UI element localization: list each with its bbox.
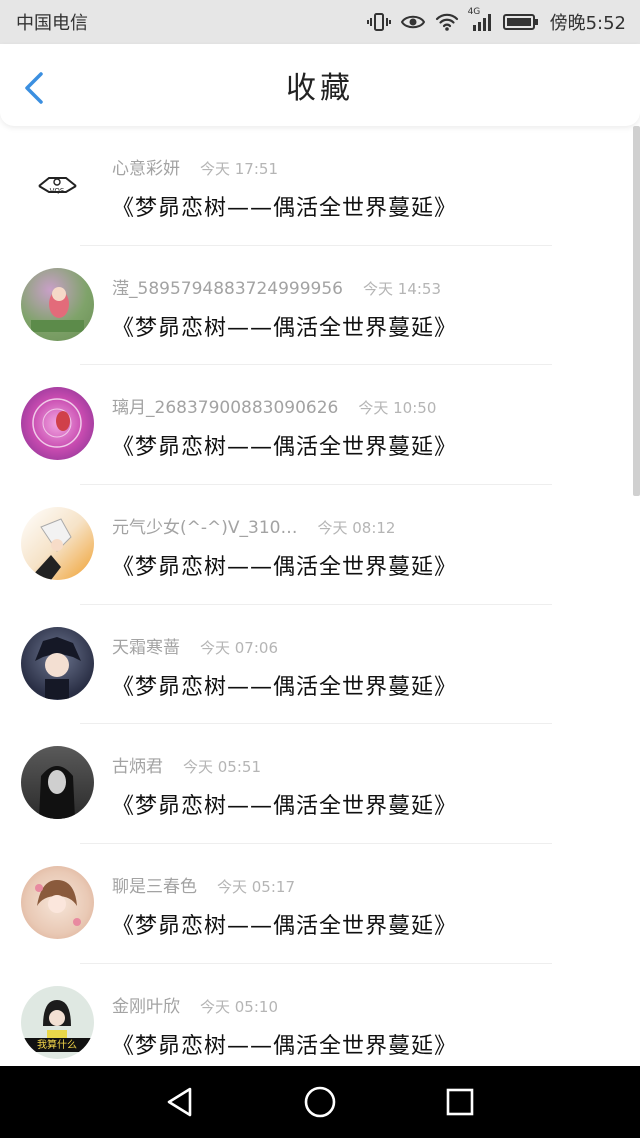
timestamp: 今天 05:10 — [200, 997, 278, 1016]
favorite-item[interactable]: 元气少女(^-^)V_310… 今天 08:12 《梦昴恋树——偶活全世界蔓延》 — [0, 485, 632, 605]
svg-text:VQS: VQS — [50, 187, 65, 195]
favorite-item[interactable]: 天霜寒蔷 今天 07:06 《梦昴恋树——偶活全世界蔓延》 — [0, 605, 632, 725]
username: 元气少女(^-^)V_310… — [112, 518, 298, 539]
chevron-left-icon — [25, 72, 43, 104]
nav-recents-button[interactable] — [430, 1072, 490, 1132]
username: 滢_5895794883724999956 — [112, 278, 344, 299]
post-title[interactable]: 《梦昴恋树——偶活全世界蔓延》 — [112, 549, 457, 581]
post-title[interactable]: 《梦昴恋树——偶活全世界蔓延》 — [112, 429, 457, 461]
username: 聊是三春色 — [112, 877, 197, 898]
timestamp: 今天 14:53 — [363, 279, 442, 298]
avatar[interactable] — [21, 746, 94, 820]
portrait-avatar-icon — [39, 766, 75, 820]
avatar[interactable]: VQS — [21, 148, 94, 221]
eye-icon — [400, 11, 426, 33]
status-bar: 中国电信 4G 傍晚5:52 — [0, 0, 640, 44]
status-bar-right: 4G 傍晚5:52 — [366, 7, 626, 35]
timestamp: 今天 07:06 — [200, 638, 278, 657]
scrollbar[interactable] — [633, 126, 640, 496]
page-title: 收藏 — [286, 71, 354, 106]
anime-avatar-icon — [31, 518, 72, 581]
post-title[interactable]: 《梦昴恋树——偶活全世界蔓延》 — [112, 669, 457, 701]
avatar[interactable] — [21, 267, 94, 341]
item-meta: 元气少女(^-^)V_310… 今天 08:12 — [112, 513, 395, 538]
favorite-item[interactable]: 我算什么 金刚叶欣 今天 05:10 《梦昴恋树——偶活全世界蔓延》 — [0, 964, 632, 1066]
network-type-label: 4G — [467, 7, 481, 17]
favorites-list[interactable]: VQS 心意彩妍 今天 17:51 《梦昴恋树——偶活全世界蔓延》 滢_5895… — [0, 126, 632, 1066]
avatar-caption: 我算什么 — [37, 1038, 77, 1051]
nav-back-button[interactable] — [150, 1072, 210, 1132]
item-meta: 璃月_26837900883090626 今天 10:50 — [112, 393, 436, 418]
avatar[interactable] — [21, 387, 94, 461]
favorite-item[interactable]: 滢_5895794883724999956 今天 14:53 《梦昴恋树——偶活… — [0, 246, 632, 366]
avatar[interactable] — [21, 626, 94, 700]
timestamp: 今天 17:51 — [200, 160, 278, 178]
favorite-item[interactable]: VQS 心意彩妍 今天 17:51 《梦昴恋树——偶活全世界蔓延》 — [0, 126, 632, 246]
back-button[interactable] — [14, 68, 54, 108]
username: 天霜寒蔷 — [112, 637, 180, 658]
circle-home-icon — [304, 1086, 336, 1118]
portrait-avatar-icon: 我算什么 — [21, 999, 94, 1052]
username: 金刚叶欣 — [112, 996, 180, 1017]
favorite-item[interactable]: 古炳君 今天 05:51 《梦昴恋树——偶活全世界蔓延》 — [0, 724, 632, 845]
timestamp: 今天 05:17 — [217, 878, 295, 897]
favorite-item[interactable]: 聊是三春色 今天 05:17 《梦昴恋树——偶活全世界蔓延》 — [0, 844, 632, 964]
username: 古炳君 — [112, 757, 163, 778]
post-title[interactable]: 《梦昴恋树——偶活全世界蔓延》 — [112, 1028, 457, 1060]
timestamp: 今天 10:50 — [358, 399, 437, 418]
anime-avatar-icon — [35, 636, 81, 699]
square-recents-icon — [446, 1088, 474, 1116]
item-meta: 金刚叶欣 今天 05:10 — [112, 992, 278, 1017]
vqs-logo-icon: VQS — [38, 177, 77, 195]
avatar[interactable] — [21, 507, 94, 581]
carrier-label: 中国电信 — [16, 13, 88, 34]
vibrate-icon — [366, 11, 392, 33]
signal-icon: 4G — [468, 7, 494, 33]
timestamp: 今天 08:12 — [317, 519, 396, 538]
item-meta: 天霜寒蔷 今天 07:06 — [112, 633, 278, 658]
avatar[interactable] — [21, 866, 94, 940]
post-title[interactable]: 《梦昴恋树——偶活全世界蔓延》 — [112, 788, 457, 820]
item-meta: 心意彩妍 今天 17:51 — [112, 154, 278, 179]
wifi-icon — [434, 11, 460, 33]
post-title[interactable]: 《梦昴恋树——偶活全世界蔓延》 — [112, 908, 457, 940]
clock-label: 傍晚5:52 — [549, 13, 626, 34]
system-nav-bar — [0, 1066, 640, 1138]
avatar[interactable]: 我算什么 — [21, 985, 94, 1059]
item-meta: 古炳君 今天 05:51 — [112, 752, 261, 777]
username: 璃月_26837900883090626 — [112, 398, 339, 419]
anime-avatar-icon — [31, 286, 84, 332]
anime-avatar-icon — [35, 880, 81, 927]
triangle-back-icon — [167, 1087, 192, 1117]
timestamp: 今天 05:51 — [183, 758, 261, 777]
post-title[interactable]: 《梦昴恋树——偶活全世界蔓延》 — [112, 310, 457, 342]
nav-home-button[interactable] — [290, 1072, 350, 1132]
anime-avatar-icon — [32, 398, 82, 449]
status-icons: 4G — [366, 7, 540, 33]
item-meta: 滢_5895794883724999956 今天 14:53 — [112, 274, 441, 299]
post-title[interactable]: 《梦昴恋树——偶活全世界蔓延》 — [112, 190, 457, 222]
item-meta: 聊是三春色 今天 05:17 — [112, 872, 295, 897]
battery-icon — [502, 11, 540, 33]
favorite-item[interactable]: 璃月_26837900883090626 今天 10:50 《梦昴恋树——偶活全… — [0, 365, 632, 486]
username: 心意彩妍 — [112, 159, 180, 179]
header-bar: 收藏 — [0, 44, 640, 126]
